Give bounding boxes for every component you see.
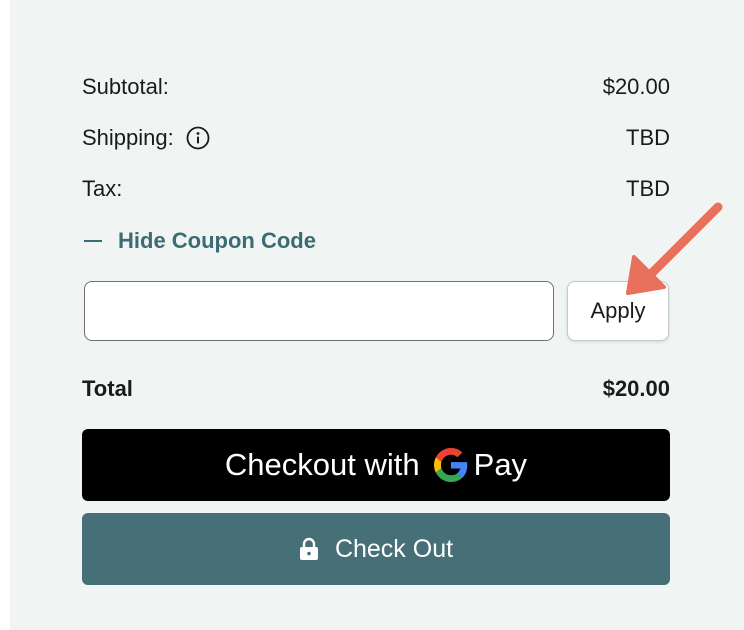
info-icon[interactable] <box>186 126 210 150</box>
minus-icon <box>84 240 102 242</box>
shipping-row: Shipping: TBD <box>82 123 670 153</box>
hide-coupon-code-label: Hide Coupon Code <box>118 228 316 253</box>
total-row: Total $20.00 <box>82 374 670 404</box>
google-g-icon <box>433 448 468 482</box>
total-value: $20.00 <box>602 376 670 401</box>
subtotal-value: $20.00 <box>602 74 670 99</box>
tax-value: TBD <box>626 176 670 201</box>
gpay-brand: Pay <box>473 447 528 482</box>
lock-icon <box>299 537 319 561</box>
total-label: Total <box>82 376 133 401</box>
shipping-label: Shipping: <box>82 125 174 150</box>
shipping-value: TBD <box>626 125 670 150</box>
check-out-label: Check Out <box>334 534 454 563</box>
gpay-prefix: Checkout with <box>224 447 420 482</box>
tax-row: Tax: TBD <box>82 174 670 204</box>
hide-coupon-code-toggle[interactable]: Hide Coupon Code <box>84 226 316 256</box>
coupon-code-input[interactable] <box>84 281 554 341</box>
checkout-with-google-pay-button[interactable]: Checkout with Pay <box>82 429 670 501</box>
subtotal-row: Subtotal: $20.00 <box>82 72 670 102</box>
check-out-button[interactable]: Check Out <box>82 513 670 585</box>
subtotal-label: Subtotal: <box>82 74 169 99</box>
shipping-label-group: Shipping: <box>82 123 210 153</box>
apply-button[interactable]: Apply <box>567 281 669 341</box>
tax-label: Tax: <box>82 176 123 201</box>
